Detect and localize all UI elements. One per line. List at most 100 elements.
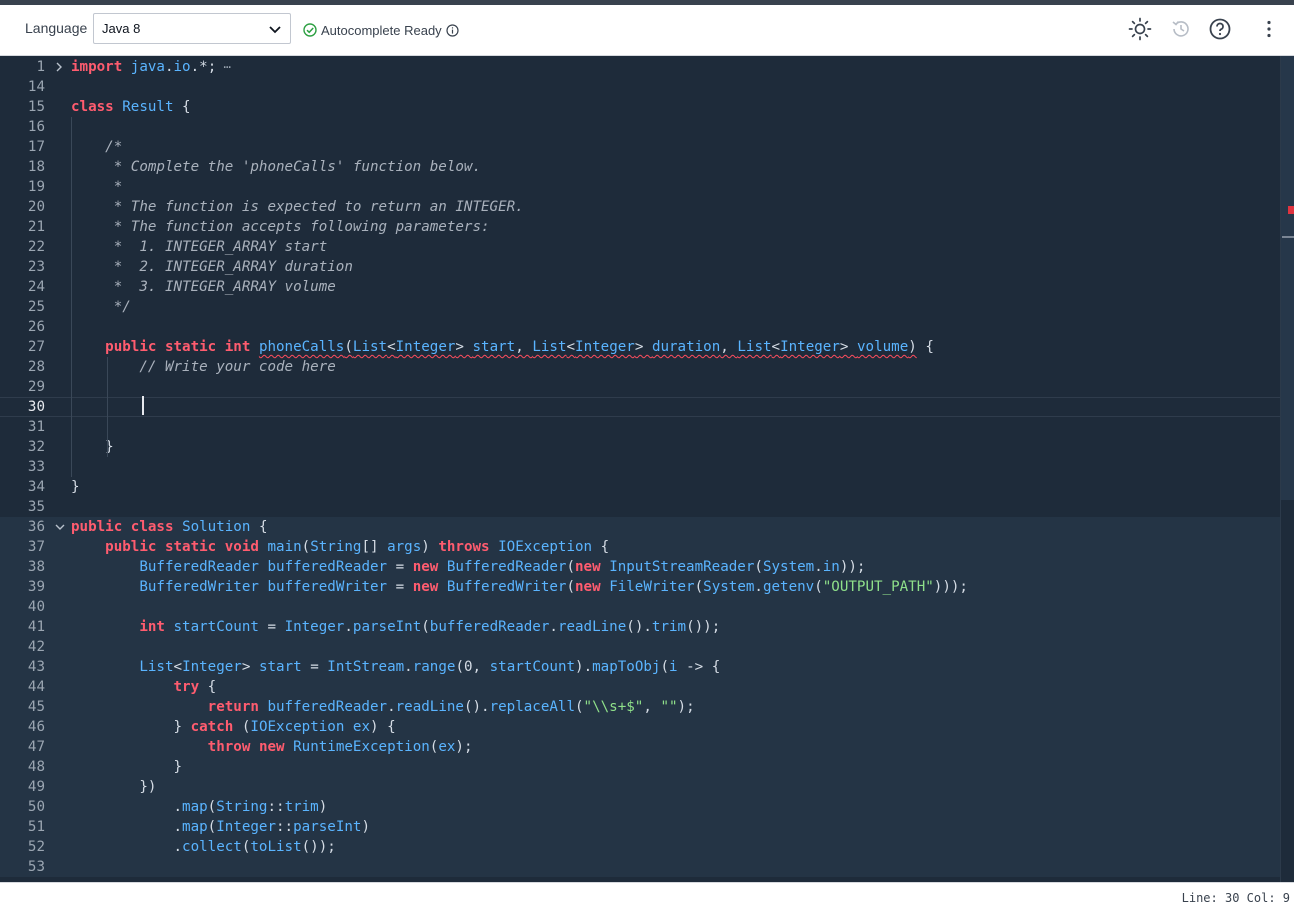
code-line[interactable]: 37 public static void main(String[] args… — [0, 537, 1280, 557]
code-line[interactable]: 49 }) — [0, 777, 1280, 797]
scrollbar-thumb[interactable] — [1281, 56, 1294, 500]
code-line[interactable]: 50 .map(String::trim) — [0, 797, 1280, 817]
code-token: class — [130, 519, 174, 535]
code-line[interactable]: 35 — [0, 497, 1280, 517]
code-line[interactable]: 30 — [0, 397, 1280, 417]
code-text: public class Solution { — [71, 517, 268, 537]
code-token: throws — [438, 539, 490, 555]
code-text: BufferedWriter bufferedWriter = new Buff… — [71, 577, 968, 597]
code-line[interactable]: 23 * 2. INTEGER_ARRAY duration — [0, 257, 1280, 277]
code-line[interactable]: 47 throw new RuntimeException(ex); — [0, 737, 1280, 757]
code-line[interactable]: 46 } catch (IOException ex) { — [0, 717, 1280, 737]
code-token: BufferedReader — [446, 559, 567, 575]
code-line[interactable]: 20 * The function is expected to return … — [0, 197, 1280, 217]
code-token: int — [224, 339, 251, 355]
code-line[interactable]: 27 public static int phoneCalls(List<Int… — [0, 337, 1280, 357]
code-token: ( — [660, 659, 670, 675]
code-token: ( — [814, 579, 823, 595]
code-line[interactable]: 1 import java.io.*; ⋯ — [0, 57, 1280, 77]
code-line[interactable]: 15 class Result { — [0, 97, 1280, 117]
code-line[interactable]: 53 — [0, 857, 1280, 877]
code-token: } — [71, 719, 191, 735]
code-token: Integer — [780, 339, 840, 355]
info-icon[interactable] — [446, 23, 459, 37]
code-line[interactable]: 14 — [0, 77, 1280, 97]
code-token: ( — [566, 559, 576, 575]
code-line[interactable]: 34} — [0, 477, 1280, 497]
code-token: }) — [71, 779, 157, 795]
code-line[interactable]: 21 * The function accepts following para… — [0, 217, 1280, 237]
code-editor[interactable]: 1 import java.io.*; ⋯ 14 15 class Result {16… — [0, 56, 1294, 882]
code-line[interactable]: 22 * 1. INTEGER_ARRAY start — [0, 237, 1280, 257]
code-line[interactable]: 38 BufferedReader bufferedReader = new B… — [0, 557, 1280, 577]
code-line[interactable]: 43 List<Integer> start = IntStream.range… — [0, 657, 1280, 677]
line-number: 45 — [27, 699, 45, 715]
code-token: ex — [438, 739, 456, 755]
code-token: startCount — [173, 619, 259, 635]
line-number: 35 — [27, 499, 45, 515]
code-token: ) — [361, 819, 370, 835]
more-vertical-icon[interactable] — [1257, 17, 1281, 41]
code-token: /* — [71, 139, 123, 155]
code-token: Integer — [395, 339, 456, 355]
code-text: */ — [71, 297, 131, 317]
code-token: ( — [344, 339, 353, 355]
code-token: start — [472, 339, 516, 355]
code-text: class Result { — [71, 97, 191, 117]
code-lines[interactable]: 1 import java.io.*; ⋯ 14 15 class Result {16… — [0, 57, 1280, 877]
code-line[interactable]: 52 .collect(toList()); — [0, 837, 1280, 857]
code-line[interactable]: 28 // Write your code here — [0, 357, 1280, 377]
code-line[interactable]: 29 — [0, 377, 1280, 397]
code-line[interactable]: 42 — [0, 637, 1280, 657]
sun-icon[interactable] — [1128, 17, 1152, 41]
line-number: 25 — [27, 299, 45, 315]
code-line[interactable]: 33 — [0, 457, 1280, 477]
code-line[interactable]: 17 /* — [0, 137, 1280, 157]
code-line[interactable]: 32 } — [0, 437, 1280, 457]
code-token: )); — [839, 559, 866, 575]
code-line[interactable]: 16 — [0, 117, 1280, 137]
code-line[interactable]: 31 — [0, 417, 1280, 437]
code-line[interactable]: 51 .map(Integer::parseInt) — [0, 817, 1280, 837]
code-token: BufferedReader — [139, 559, 259, 575]
code-line[interactable]: 40 — [0, 597, 1280, 617]
line-number: 30 — [27, 399, 45, 415]
code-line[interactable]: 18 * Complete the 'phoneCalls' function … — [0, 157, 1280, 177]
code-token: { — [250, 519, 268, 535]
code-line[interactable]: 39 BufferedWriter bufferedWriter = new B… — [0, 577, 1280, 597]
code-line[interactable]: 36 public class Solution { — [0, 517, 1280, 537]
code-line[interactable]: 44 try { — [0, 677, 1280, 697]
line-number: 43 — [27, 659, 45, 675]
code-line[interactable]: 24 * 3. INTEGER_ARRAY volume — [0, 277, 1280, 297]
code-text: * The function accepts following paramet… — [71, 217, 490, 237]
code-token: , — [720, 339, 738, 355]
history-icon[interactable] — [1169, 17, 1193, 41]
code-token: map — [182, 819, 208, 835]
help-icon[interactable] — [1208, 17, 1232, 41]
code-token: new — [258, 739, 285, 755]
code-token: :: — [276, 819, 294, 835]
code-token: catch — [190, 719, 234, 735]
code-line[interactable]: 26 — [0, 317, 1280, 337]
code-token: public — [71, 519, 123, 535]
code-token: . — [754, 579, 763, 595]
code-line[interactable]: 45 return bufferedReader.readLine().repl… — [0, 697, 1280, 717]
code-text: * — [71, 177, 123, 197]
code-token: . — [71, 819, 183, 835]
code-token: . — [549, 619, 558, 635]
code-token: = — [301, 659, 328, 675]
autocomplete-status: Autocomplete Ready — [303, 21, 459, 39]
code-token: { — [199, 679, 217, 695]
code-line[interactable]: 25 */ — [0, 297, 1280, 317]
code-token: new — [575, 559, 601, 575]
error-marker[interactable] — [1288, 206, 1294, 214]
code-token: */ — [71, 299, 131, 315]
language-select[interactable]: Java 8 — [93, 13, 291, 44]
code-line[interactable]: 41 int startCount = Integer.parseInt(buf… — [0, 617, 1280, 637]
line-number: 29 — [27, 379, 45, 395]
code-line[interactable]: 19 * — [0, 177, 1280, 197]
code-line[interactable]: 48 } — [0, 757, 1280, 777]
